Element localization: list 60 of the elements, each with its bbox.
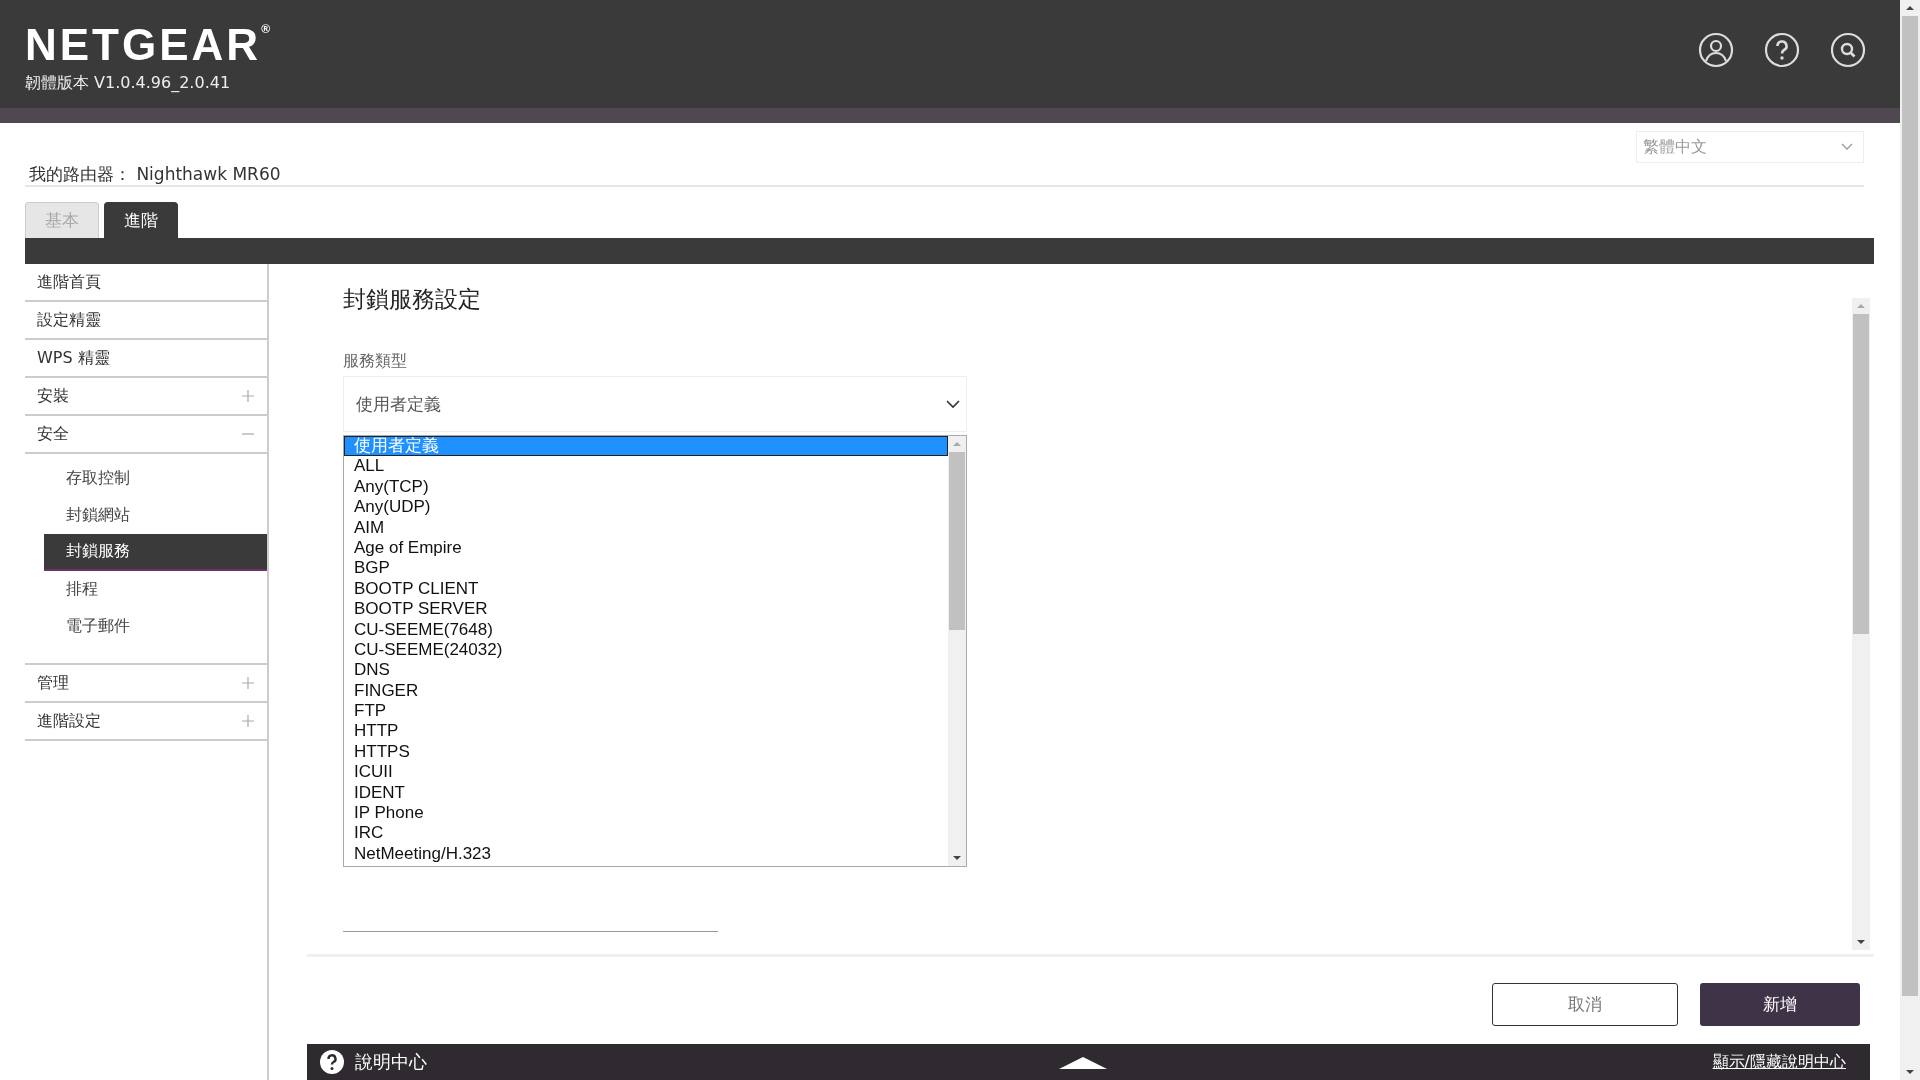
help-icon[interactable] <box>1764 32 1800 68</box>
dropdown-option[interactable]: AIM <box>344 517 948 538</box>
dropdown-option[interactable]: NetMeeting/H.323 <box>344 843 948 865</box>
sidebar-item[interactable]: 進階設定 <box>25 703 267 741</box>
dropdown-option[interactable]: CU-SEEME(24032) <box>344 639 948 661</box>
toggle-help-link[interactable]: 顯示/隱藏說明中心 <box>1546 1051 1846 1073</box>
cancel-button[interactable]: 取消 <box>1492 983 1678 1026</box>
sidebar-subitem[interactable]: 存取控制 <box>44 460 267 497</box>
dropdown-option[interactable]: BGP <box>344 558 948 579</box>
scroll-up-icon[interactable] <box>1905 4 1915 12</box>
sidebar-subitem[interactable]: 封鎖服務 <box>44 534 267 571</box>
sidebar-item[interactable]: 安全 <box>25 416 267 454</box>
dropdown-option[interactable]: Any(TCP) <box>344 476 948 498</box>
expand-icon[interactable] <box>241 714 255 728</box>
sidebar-subitem[interactable]: 電子郵件 <box>44 608 267 645</box>
help-title: 說明中心 <box>355 1050 427 1074</box>
list-scrollbar[interactable] <box>948 436 966 866</box>
dropdown-option[interactable]: ALL <box>344 456 948 477</box>
page-scrollbar[interactable] <box>1900 0 1920 1080</box>
dropdown-option[interactable]: HTTP <box>344 721 948 742</box>
service-type-select[interactable]: 使用者定義 <box>343 376 967 432</box>
sidebar-subitem[interactable]: 封鎖網站 <box>44 497 267 534</box>
scroll-down-icon[interactable] <box>1856 938 1866 946</box>
logo: NETGEAR$^{®}$ <box>25 22 270 67</box>
sidebar-item[interactable]: 安裝 <box>25 378 267 416</box>
dropdown-option[interactable]: DNS <box>344 660 948 681</box>
panel-scrollbar[interactable] <box>1852 298 1870 950</box>
sidebar-item[interactable]: 設定精靈 <box>25 302 267 340</box>
user-icon[interactable] <box>1698 32 1734 68</box>
sidebar-item[interactable]: 管理 <box>25 665 267 703</box>
sidebar-subitem[interactable]: 排程 <box>44 571 267 608</box>
expand-icon[interactable] <box>241 389 255 403</box>
firmware-version: 韌體版本 V1.0.4.96_2.0.41 <box>25 72 232 94</box>
sidebar-item[interactable]: WPS 精靈 <box>25 340 267 378</box>
dropdown-option[interactable]: FINGER <box>344 680 948 702</box>
tab[interactable]: 進階 <box>104 202 178 238</box>
dropdown-option[interactable]: Age of Empire <box>344 537 948 559</box>
page-title: 封鎖服務設定 <box>343 285 482 314</box>
scroll-down-icon[interactable] <box>952 854 962 862</box>
expand-arrow-icon[interactable] <box>1058 1055 1107 1069</box>
dropdown-option[interactable]: CU-SEEME(7648) <box>344 619 948 640</box>
dropdown-option[interactable]: IDENT <box>344 782 948 804</box>
expand-icon[interactable] <box>241 676 255 690</box>
dropdown-option[interactable]: Any(UDP) <box>344 497 948 518</box>
dropdown-option[interactable]: IP Phone <box>344 803 948 824</box>
dropdown-option[interactable]: IRC <box>344 823 948 844</box>
router-name: 我的路由器： Nighthawk MR60 <box>28 163 281 186</box>
field-label: 服務類型 <box>343 351 408 372</box>
sidebar-item[interactable]: 進階首頁 <box>25 264 267 302</box>
help-icon <box>319 1049 345 1075</box>
dropdown-option[interactable]: BOOTP CLIENT <box>344 578 948 600</box>
dropdown-option[interactable]: HTTPS <box>344 741 948 763</box>
add-button[interactable]: 新增 <box>1700 983 1860 1026</box>
dropdown-option[interactable]: BOOTP SERVER <box>344 599 948 620</box>
search-icon[interactable] <box>1830 32 1866 68</box>
chevron-down-icon <box>946 399 960 409</box>
scroll-down-icon[interactable] <box>1905 1068 1915 1076</box>
chevron-down-icon <box>1841 143 1853 151</box>
dropdown-option[interactable]: ICUII <box>344 762 948 783</box>
dropdown-option[interactable]: FTP <box>344 701 948 722</box>
